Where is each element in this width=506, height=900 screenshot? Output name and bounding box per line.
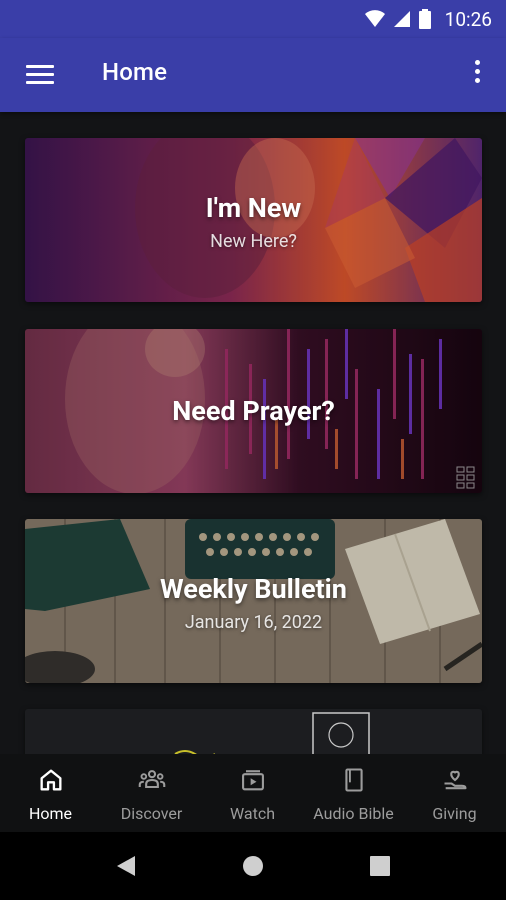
nav-item-discover[interactable]: Discover bbox=[101, 754, 202, 832]
status-time: 10:26 bbox=[444, 7, 492, 31]
card-title: I'm New bbox=[205, 192, 302, 224]
card-need-prayer[interactable]: Need Prayer? bbox=[25, 329, 482, 493]
card-title: Need Prayer? bbox=[172, 395, 335, 427]
recents-icon[interactable] bbox=[370, 856, 390, 876]
menu-icon[interactable] bbox=[26, 65, 54, 85]
nav-label: Discover bbox=[120, 804, 183, 823]
back-icon[interactable] bbox=[115, 854, 137, 878]
nav-item-home[interactable]: Home bbox=[0, 754, 101, 832]
home-icon bbox=[40, 769, 61, 791]
battery-icon bbox=[418, 9, 431, 29]
signal-icon bbox=[393, 11, 410, 27]
card-title: Weekly Bulletin bbox=[160, 573, 347, 605]
card-weekly-bulletin[interactable]: Weekly Bulletin January 16, 2022 bbox=[25, 519, 482, 683]
nav-item-giving[interactable]: Giving bbox=[404, 754, 505, 832]
nav-item-watch[interactable]: Watch bbox=[202, 754, 303, 832]
system-navigation-bar bbox=[0, 832, 506, 900]
people-icon bbox=[138, 770, 165, 789]
wifi-icon bbox=[364, 10, 385, 27]
content-feed: I'm New New Here? Need Prayer? Weekly Bu… bbox=[0, 112, 506, 754]
card-image bbox=[25, 709, 482, 754]
card-subtitle: January 16, 2022 bbox=[184, 612, 323, 633]
nav-label: Giving bbox=[432, 804, 477, 823]
card-partial[interactable] bbox=[25, 709, 482, 754]
home-circle-icon[interactable] bbox=[242, 855, 264, 877]
page-title: Home bbox=[102, 58, 168, 86]
nav-label: Watch bbox=[229, 804, 276, 823]
bottom-navigation: Home Discover Watch Audio Bible Giving bbox=[0, 754, 506, 832]
nav-label: Home bbox=[28, 804, 73, 823]
nav-item-audio-bible[interactable]: Audio Bible bbox=[303, 754, 404, 832]
heart-hand-icon bbox=[444, 770, 467, 790]
nav-label: Audio Bible bbox=[313, 804, 394, 823]
status-bar: 10:26 bbox=[0, 0, 506, 38]
card-im-new[interactable]: I'm New New Here? bbox=[25, 138, 482, 302]
card-subtitle: New Here? bbox=[210, 231, 297, 252]
book-icon bbox=[344, 768, 363, 792]
more-options-icon[interactable] bbox=[472, 60, 482, 90]
app-bar: Home bbox=[0, 38, 506, 112]
video-library-icon bbox=[241, 770, 264, 791]
